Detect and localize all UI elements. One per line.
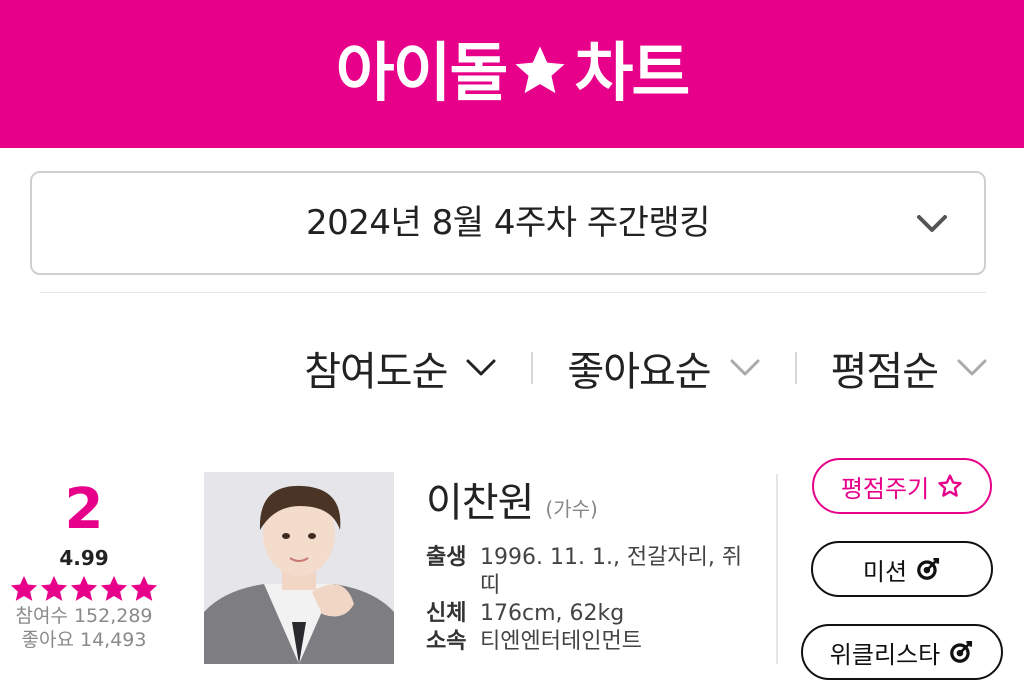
fact-value: 176cm, 62kg <box>480 601 625 626</box>
chevron-down-icon <box>466 359 496 376</box>
sort-separator <box>794 352 797 384</box>
logo-text-right: 차트 <box>574 37 690 111</box>
fact-value: 티엔엔터테인먼트 <box>480 629 642 654</box>
fact-body: 신체 176cm, 62kg <box>426 600 766 628</box>
target-icon <box>950 640 973 663</box>
mission-button-label: 미션 <box>862 557 908 586</box>
mission-button[interactable]: 미션 <box>811 541 993 597</box>
idol-photo-image <box>204 472 394 664</box>
rate-button-label: 평점주기 <box>840 474 930 503</box>
chevron-down-icon <box>730 359 760 376</box>
sort-participation-label: 참여도순 <box>304 349 448 395</box>
chevron-down-icon <box>957 359 987 376</box>
idol-info: 이찬원 (가수) 출생 1996. 11. 1., 전갈자리, 쥐띠 신체 17… <box>426 470 766 656</box>
sort-participation[interactable]: 참여도순 <box>304 339 497 397</box>
rank-summary: 2 4.99 참여수 152,289 좋아요 14,493 <box>0 478 168 652</box>
target-icon <box>917 557 940 580</box>
fact-label: 소속 <box>426 629 467 654</box>
idol-name[interactable]: 이찬원 <box>426 470 534 528</box>
rating-star-icon <box>10 575 38 601</box>
rating-star-icon <box>40 575 68 601</box>
week-ranking-dropdown[interactable]: 2024년 8월 4주차 주간랭킹 <box>30 171 986 275</box>
rate-button[interactable]: 평점주기 <box>812 458 992 514</box>
rating-star-icon <box>130 575 158 601</box>
app-header: 아이돌 차트 <box>0 0 1024 148</box>
divider <box>40 292 986 293</box>
fact-birth: 출생 1996. 11. 1., 전갈자리, 쥐띠 <box>426 544 766 600</box>
like-count: 좋아요 14,493 <box>21 629 147 651</box>
logo-text-left: 아이돌 <box>335 37 509 111</box>
participant-count: 참여수 152,289 <box>15 605 153 627</box>
weekly-star-button-label: 위클리스타 <box>829 640 941 669</box>
sort-bar: 참여도순 좋아요순 평점순 <box>304 338 988 398</box>
rank-number: 2 <box>64 477 104 542</box>
fact-label: 출생 <box>426 545 467 570</box>
week-ranking-label: 2024년 8월 4주차 주간랭킹 <box>306 203 710 243</box>
fact-label: 신체 <box>426 601 467 626</box>
idol-photo[interactable] <box>204 472 394 664</box>
sort-likes[interactable]: 좋아요순 <box>567 339 760 397</box>
sort-separator <box>531 352 534 384</box>
sort-rating-label: 평점순 <box>830 349 939 395</box>
rating-star-icon <box>70 575 98 601</box>
sort-rating[interactable]: 평점순 <box>831 339 988 397</box>
chevron-down-icon <box>917 215 947 232</box>
rating-score: 4.99 <box>59 546 109 570</box>
star-outline-icon <box>938 474 962 497</box>
vertical-divider <box>776 474 778 664</box>
app-logo[interactable]: 아이돌 차트 <box>0 34 1024 114</box>
fact-value: 1996. 11. 1., 전갈자리, 쥐띠 <box>480 545 743 598</box>
star-icon <box>515 46 565 94</box>
idol-role: (가수) <box>545 497 598 521</box>
weekly-star-button[interactable]: 위클리스타 <box>801 624 1003 680</box>
rating-star-icon <box>100 575 128 601</box>
sort-likes-label: 좋아요순 <box>567 349 711 395</box>
fact-agency: 소속 티엔엔터테인먼트 <box>426 628 766 656</box>
rating-stars <box>0 574 168 604</box>
